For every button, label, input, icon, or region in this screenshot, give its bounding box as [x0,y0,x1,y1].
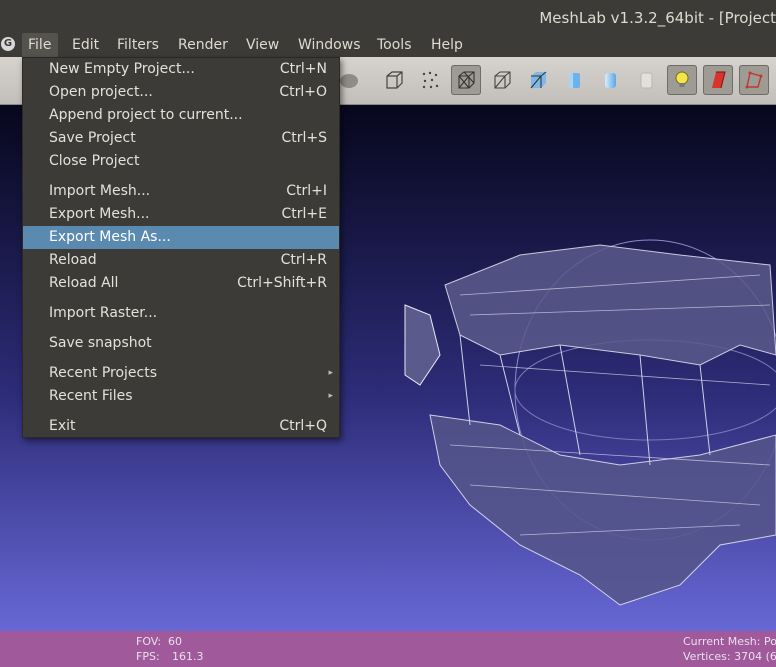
menu-item-save-project[interactable]: Save Project Ctrl+S [23,127,339,150]
menu-file[interactable]: File [22,33,58,57]
menu-item-label: Reload All [49,275,119,291]
flat-shading-icon[interactable] [559,65,589,95]
menu-item-label: Save Project [49,130,136,146]
status-bar: FOV: 60 FPS: 161.3 Current Mesh: Po Vert… [0,631,776,667]
smooth-shading-icon[interactable] [595,65,625,95]
current-mesh-info: Current Mesh: Po [683,635,776,648]
texture-icon[interactable] [631,65,661,95]
menu-item-recent-files[interactable]: Recent Files ▸ [23,385,339,408]
menu-item-label: Open project... [49,84,153,100]
menu-item-new-empty-project[interactable]: New Empty Project... Ctrl+N [23,58,339,81]
menu-item-close-project[interactable]: Close Project [23,150,339,173]
fov-value: 60 [168,635,182,648]
menu-item-shortcut: Ctrl+E [281,206,328,222]
file-menu-dropdown: New Empty Project... Ctrl+N Open project… [22,57,340,438]
menu-item-label: Append project to current... [49,107,243,123]
menu-item-label: Close Project [49,153,140,169]
menu-bar: File Edit Filters Render View Windows To… [0,33,776,57]
menu-item-shortcut: Ctrl+R [280,252,327,268]
menu-item-label: Export Mesh... [49,206,150,222]
vertices-info: Vertices: 3704 (6 [683,650,776,663]
submenu-arrow-icon: ▸ [328,391,333,401]
menu-item-label: Reload [49,252,97,268]
menu-view[interactable]: View [246,33,279,57]
menu-item-label: Import Raster... [49,305,158,321]
menu-tools[interactable]: Tools [377,33,412,57]
menu-item-shortcut: Ctrl+Shift+R [237,275,327,291]
wireframe-icon[interactable] [451,65,481,95]
backface-culling-icon[interactable] [739,65,769,95]
mesh-fragment [404,304,441,386]
meshlab-logo-icon: G [1,37,15,51]
submenu-arrow-icon: ▸ [328,368,333,378]
menu-help-label: Help [431,37,463,53]
flat-lines-icon[interactable] [523,65,553,95]
menu-item-open-project[interactable]: Open project... Ctrl+O [23,81,339,104]
menu-item-label: New Empty Project... [49,61,195,77]
title-bar: MeshLab v1.3.2_64bit - [Project [0,0,776,33]
menu-item-label: Recent Files [49,388,133,404]
menu-item-label: Exit [49,418,76,434]
menu-item-append-project[interactable]: Append project to current... [23,104,339,127]
menu-render-label: Render [178,37,228,53]
menu-item-reload-all[interactable]: Reload All Ctrl+Shift+R [23,272,339,295]
menu-windows-label: Windows [298,37,361,53]
hidden-lines-icon[interactable] [487,65,517,95]
mesh-bottom-surface [429,414,776,606]
menu-item-label: Export Mesh As... [49,229,171,245]
menu-item-export-mesh-as[interactable]: Export Mesh As... [23,226,339,249]
menu-item-export-mesh[interactable]: Export Mesh... Ctrl+E [23,203,339,226]
menu-item-exit[interactable]: Exit Ctrl+Q [23,415,339,438]
menu-item-save-snapshot[interactable]: Save snapshot [23,332,339,355]
menu-item-label: Save snapshot [49,335,152,351]
points-icon[interactable] [415,65,445,95]
bounding-box-icon[interactable] [379,65,409,95]
menu-item-shortcut: Ctrl+I [286,183,327,199]
fps-value: 161.3 [172,650,204,663]
menu-item-shortcut: Ctrl+S [281,130,327,146]
menu-filters-label: Filters [117,37,159,53]
menu-item-reload[interactable]: Reload Ctrl+R [23,249,339,272]
light-bulb-icon[interactable] [667,65,697,95]
menu-view-label: View [246,37,280,53]
mesh-top-surface [444,244,776,366]
menu-help[interactable]: Help [431,33,463,57]
menu-item-shortcut: Ctrl+O [279,84,327,100]
menu-item-import-raster[interactable]: Import Raster... [23,302,339,325]
fov-label: FOV: [136,635,162,648]
window-title: MeshLab v1.3.2_64bit - [Project [539,9,776,27]
menu-windows[interactable]: Windows [298,33,361,57]
menu-edit[interactable]: Edit [72,33,99,57]
fancy-lighting-icon[interactable] [703,65,733,95]
fps-label: FPS: [136,650,160,663]
menu-item-label: Recent Projects [49,365,158,381]
menu-item-shortcut: Ctrl+Q [279,418,327,434]
menu-edit-label: Edit [72,37,100,53]
menu-file-label: File [28,37,52,53]
menu-item-import-mesh[interactable]: Import Mesh... Ctrl+I [23,180,339,203]
menu-item-label: Import Mesh... [49,183,151,199]
menu-item-recent-projects[interactable]: Recent Projects ▸ [23,362,339,385]
menu-render[interactable]: Render [178,33,228,57]
menu-filters[interactable]: Filters [117,33,159,57]
menu-item-shortcut: Ctrl+N [279,61,327,77]
menu-tools-label: Tools [377,37,412,53]
